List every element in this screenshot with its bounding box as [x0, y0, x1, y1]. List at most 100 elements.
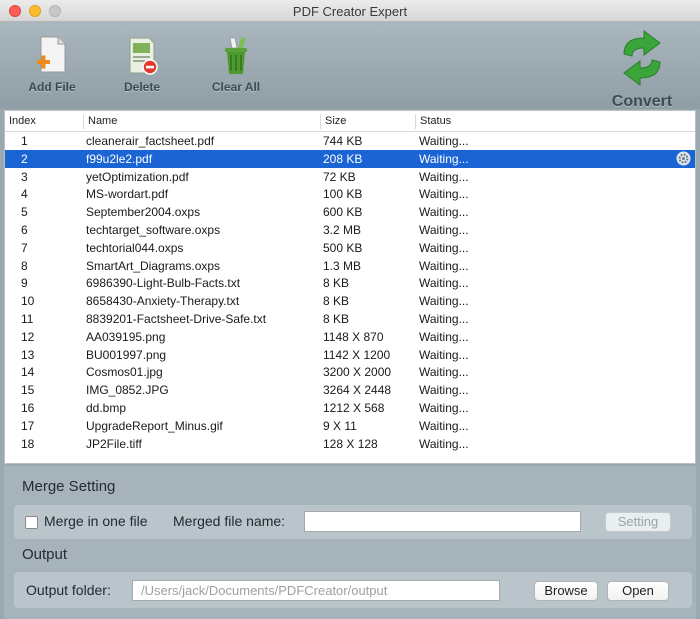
row-index: 9 [21, 276, 28, 291]
row-status: Waiting... [419, 134, 469, 148]
row-status: Waiting... [419, 294, 469, 309]
merge-checkbox-label: Merge in one file [44, 513, 148, 529]
table-row[interactable]: 5 September2004.oxps 600 KB Waiting... [5, 203, 695, 221]
row-status: Waiting... [419, 187, 469, 202]
table-row[interactable]: 16 dd.bmp 1212 X 568 Waiting... [5, 399, 695, 417]
merged-file-name-input[interactable] [304, 511, 581, 532]
row-file-size: 3264 X 2448 [323, 383, 392, 398]
column-header-index[interactable]: Index [9, 115, 36, 127]
row-index: 5 [21, 205, 28, 220]
row-file-name: BU001997.png [86, 347, 167, 362]
row-file-size: 3200 X 2000 [323, 365, 392, 380]
table-row[interactable]: 3 yetOptimization.pdf 72 KB Waiting... [5, 168, 695, 186]
table-row[interactable]: 4 MS-wordart.pdf 100 KB Waiting... [5, 185, 695, 203]
table-row[interactable]: 8 SmartArt_Diagrams.oxps 1.3 MB Waiting... [5, 257, 695, 275]
row-file-name: SmartArt_Diagrams.oxps [86, 258, 221, 273]
table-header: Index Name Size Status [5, 111, 695, 132]
table-row[interactable]: 9 6986390-Light-Bulb-Facts.txt 8 KB Waiting… [5, 274, 695, 292]
row-file-size: 1.3 MB [323, 258, 362, 273]
row-file-size: 600 KB [323, 205, 363, 220]
open-button[interactable]: Open [607, 581, 669, 601]
table-row[interactable]: 7 techtorial044.oxps 500 KB Waiting... [5, 239, 695, 257]
row-status: Waiting... [419, 151, 469, 166]
row-file-name: cleanerair_factsheet.pdf [86, 134, 215, 148]
row-file-size: 500 KB [323, 240, 363, 255]
row-index: 1 [21, 134, 28, 148]
table-row[interactable]: 12 AA039195.png 1148 X 870 Waiting... [5, 328, 695, 346]
column-header-status[interactable]: Status [420, 115, 451, 127]
row-status: Waiting... [419, 240, 469, 255]
row-index: 17 [21, 418, 35, 433]
delete-label: Delete [123, 80, 161, 94]
row-index: 11 [21, 311, 34, 326]
browse-button[interactable]: Browse [534, 581, 598, 601]
table-row[interactable]: 15 IMG_0852.JPG 3264 X 2448 Waiting... [5, 381, 695, 399]
row-status: Waiting... [419, 400, 469, 415]
output-folder-input[interactable]: /Users/jack/Documents/PDFCreator/output [132, 580, 500, 601]
table-row[interactable]: 10 8658430-Anxiety-Therapy.txt 8 KB Waiting… [5, 292, 695, 310]
row-index: 7 [21, 240, 28, 255]
row-status: Waiting... [419, 258, 469, 273]
column-header-name[interactable]: Name [88, 115, 117, 127]
row-file-size: 208 KB [323, 151, 363, 166]
row-file-name: techtorial044.oxps [86, 240, 184, 255]
row-index: 15 [21, 383, 35, 398]
clear-all-button[interactable]: Clear All [201, 34, 271, 94]
row-file-size: 1142 X 1200 [323, 347, 391, 362]
row-index: 18 [21, 436, 35, 451]
trash-can-icon [218, 34, 254, 78]
row-file-name: 8658430-Anxiety-Therapy.txt [86, 294, 240, 309]
title-bar: PDF Creator Expert [0, 0, 700, 22]
add-file-button[interactable]: Add File [17, 34, 87, 94]
row-file-size: 128 X 128 [323, 436, 378, 451]
row-file-name: techtarget_software.oxps [86, 222, 221, 237]
row-index: 4 [21, 187, 28, 202]
row-file-name: 8839201-Factsheet-Drive-Safe.txt [86, 311, 267, 326]
row-file-name: dd.bmp [86, 400, 127, 415]
table-row[interactable]: 18 JP2File.tiff 128 X 128 Waiting... [5, 435, 695, 453]
table-row[interactable]: 14 Cosmos01.jpg 3200 X 2000 Waiting... [5, 363, 695, 381]
column-header-size[interactable]: Size [325, 115, 346, 127]
convert-button[interactable]: Convert [600, 28, 684, 111]
row-status: Waiting... [419, 311, 469, 326]
row-file-name: AA039195.png [86, 329, 166, 344]
row-status: Waiting... [419, 276, 469, 291]
row-status: Waiting... [419, 418, 469, 433]
clear-all-label: Clear All [211, 80, 261, 94]
table-body: 1 cleanerair_factsheet.pdf 744 KB Waiting..… [5, 132, 695, 452]
row-status: Waiting... [419, 169, 469, 184]
row-index: 8 [21, 258, 28, 273]
row-index: 14 [21, 365, 35, 380]
table-row[interactable]: 2 f99u2le2.pdf 208 KB Waiting... [5, 149, 695, 168]
row-file-name: IMG_0852.JPG [86, 383, 169, 398]
table-row[interactable]: 11 8839201-Factsheet-Drive-Safe.txt 8 KB Wa… [5, 310, 695, 328]
row-status: Waiting... [419, 347, 469, 362]
merge-checkbox[interactable] [25, 516, 38, 529]
row-index: 12 [21, 329, 35, 344]
row-file-name: 6986390-Light-Bulb-Facts.txt [86, 276, 241, 291]
table-row[interactable]: 6 techtarget_software.oxps 3.2 MB Waiting..… [5, 221, 695, 239]
merge-setting-title: Merge Setting [22, 478, 116, 495]
file-table[interactable]: Index Name Size Status 1 cleanerair_facts… [4, 110, 696, 464]
row-status: Waiting... [419, 222, 469, 237]
table-row[interactable]: 13 BU001997.png 1142 X 1200 Waiting... [5, 346, 695, 364]
row-file-size: 8 KB [323, 294, 350, 309]
row-file-size: 1148 X 870 [323, 329, 384, 344]
row-file-name: September2004.oxps [86, 205, 201, 220]
delete-file-icon [124, 34, 160, 78]
toolbar: Add File Delete Clear All Convert [0, 22, 700, 111]
row-status: Waiting... [419, 205, 469, 220]
row-file-name: UpgradeReport_Minus.gif [86, 418, 223, 433]
row-index: 13 [21, 347, 35, 362]
add-file-label: Add File [28, 80, 76, 94]
table-row[interactable]: 1 cleanerair_factsheet.pdf 744 KB Waiting..… [5, 132, 695, 150]
app-window: PDF Creator Expert Add File Delete Clear… [0, 0, 700, 619]
gear-icon[interactable] [676, 151, 691, 166]
row-index: 16 [21, 400, 35, 415]
setting-button[interactable]: Setting [605, 512, 671, 532]
row-status: Waiting... [419, 383, 469, 398]
table-row[interactable]: 17 UpgradeReport_Minus.gif 9 X 11 Waiting..… [5, 417, 695, 435]
row-file-size: 8 KB [323, 276, 350, 291]
row-file-size: 1212 X 568 [323, 400, 385, 415]
delete-button[interactable]: Delete [107, 34, 177, 94]
